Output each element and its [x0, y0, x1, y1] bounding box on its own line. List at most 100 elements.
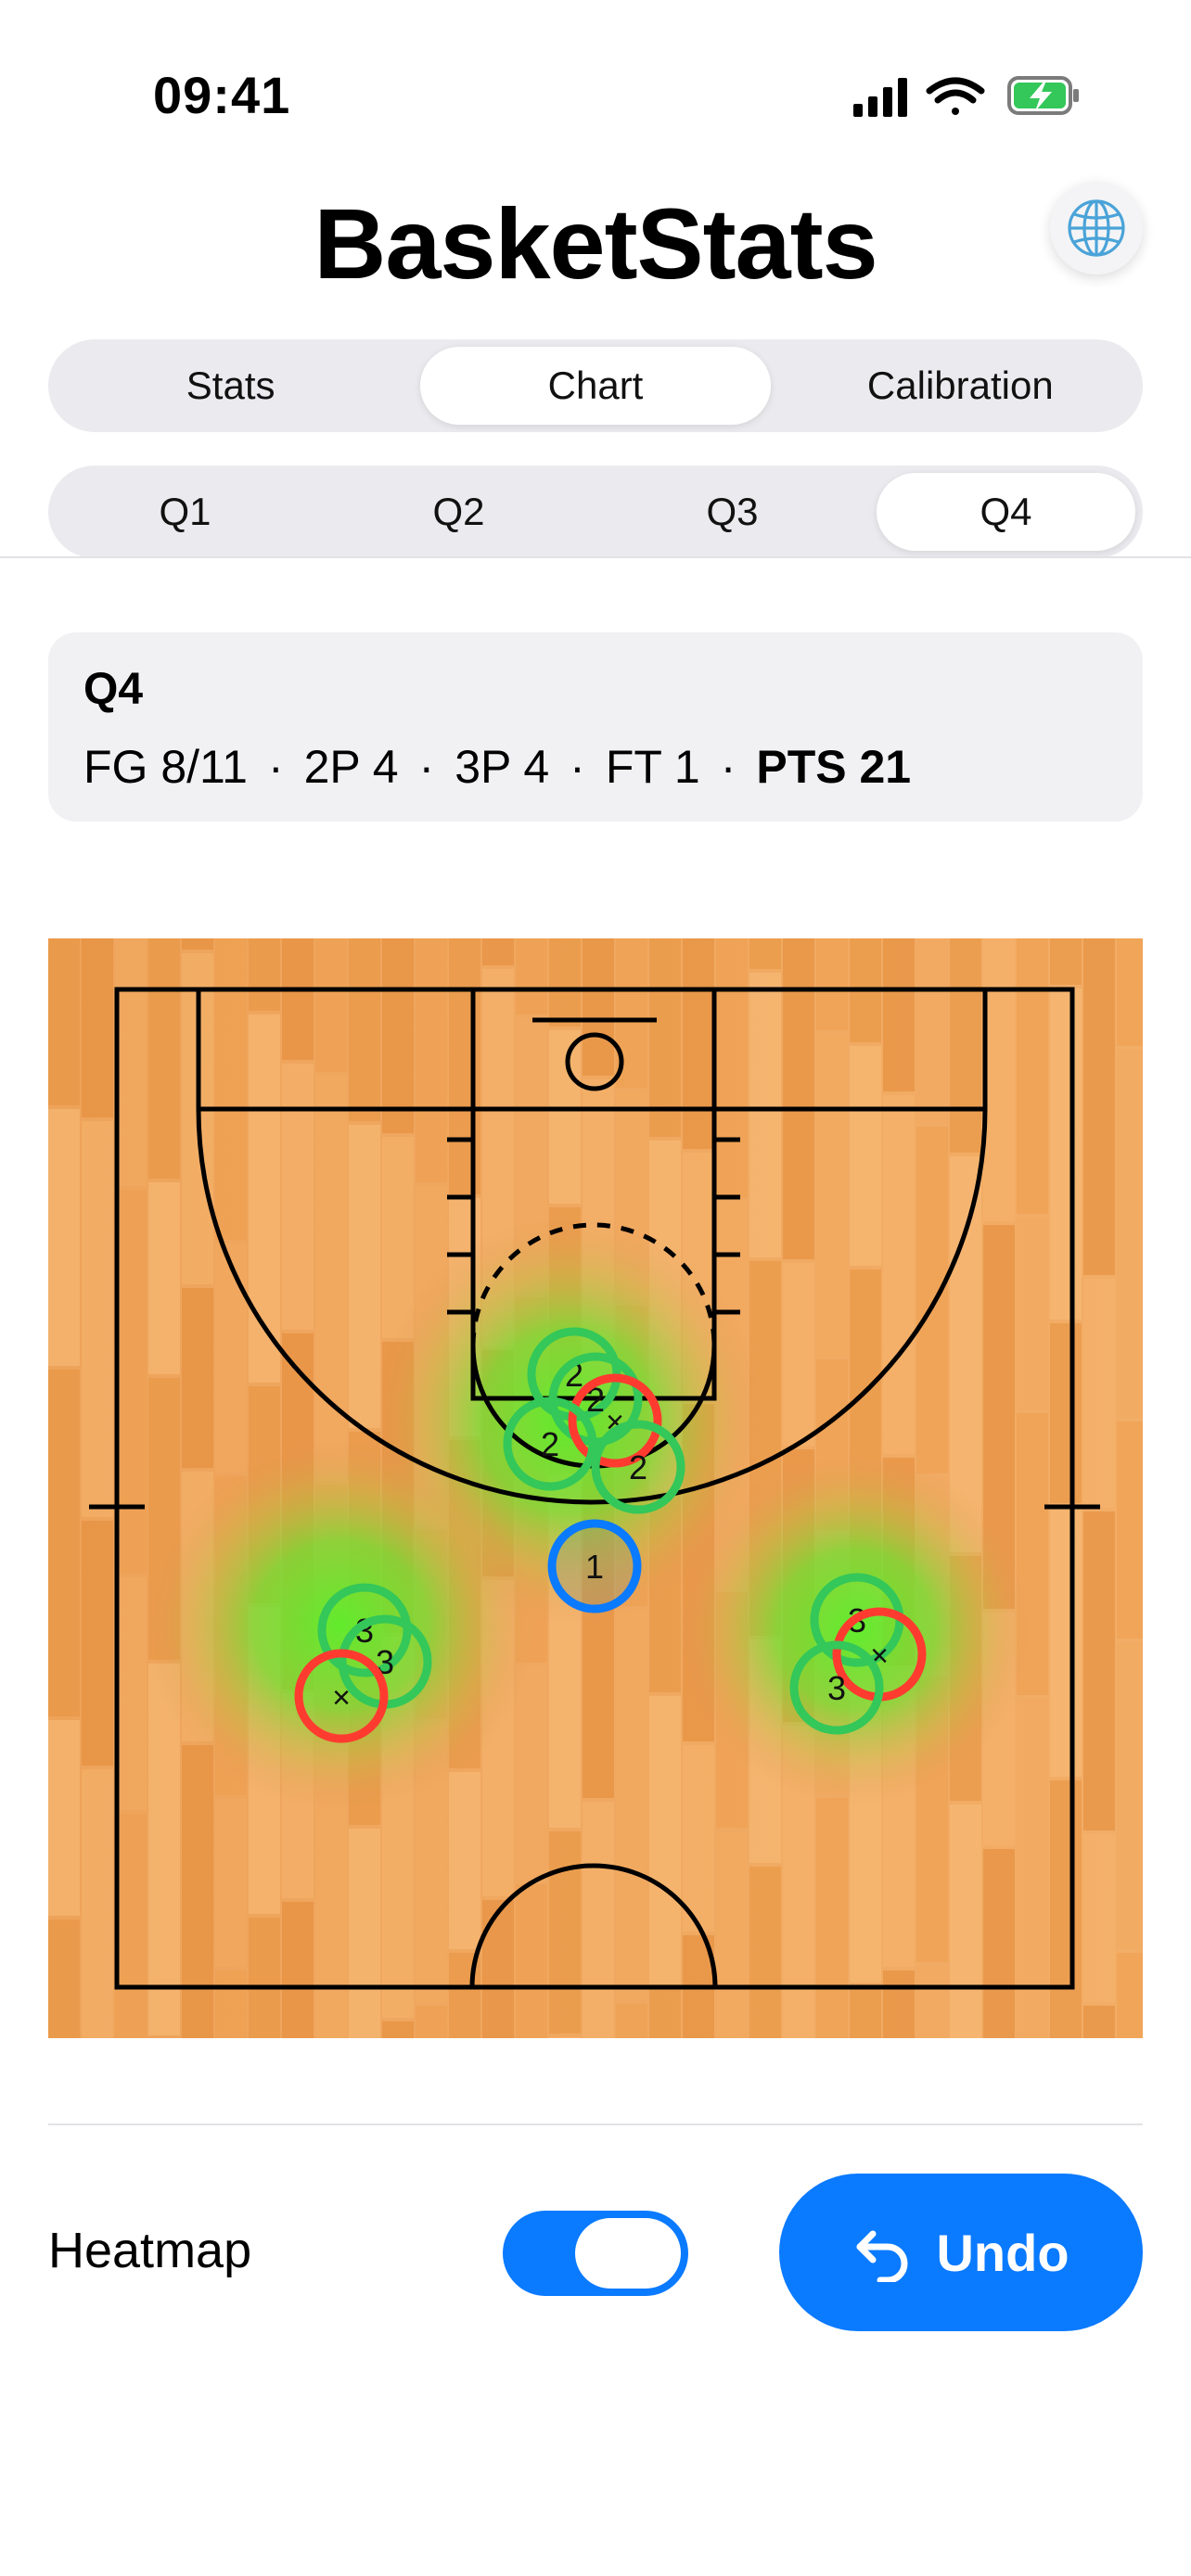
wood-plank	[1017, 938, 1048, 1214]
shot-marker-made[interactable]: 1	[547, 1519, 642, 1613]
wood-plank	[449, 938, 480, 1194]
wood-plank	[549, 2037, 581, 2038]
separator: ·	[267, 741, 284, 793]
wood-plank	[48, 1370, 80, 1716]
separator: ·	[418, 741, 435, 793]
wood-plank	[82, 1769, 113, 2038]
summary-2p: 2P 4	[303, 741, 399, 793]
wood-plank	[382, 938, 414, 1133]
shot-label: 1	[585, 1548, 604, 1586]
wood-plank	[115, 1190, 147, 1574]
wood-plank	[816, 938, 848, 1030]
tab-q3[interactable]: Q3	[603, 473, 862, 551]
wood-plank	[683, 1745, 714, 1932]
shot-label: 3	[827, 1669, 846, 1707]
wood-plank	[1050, 988, 1082, 1320]
wifi-icon	[926, 77, 985, 115]
wood-plank	[1117, 938, 1143, 1046]
wood-plank	[549, 1831, 581, 2034]
wood-plank	[282, 1064, 314, 1330]
wood-plank	[1083, 938, 1115, 1275]
wood-plank	[916, 1966, 948, 2038]
wood-plank	[115, 1814, 147, 2038]
tab-q2[interactable]: Q2	[329, 473, 588, 551]
summary-quarter: Q4	[83, 665, 144, 714]
wood-plank	[349, 1829, 380, 2038]
separator: ·	[720, 741, 736, 793]
summary-fg: FG 8/11	[83, 741, 248, 793]
wood-plank	[983, 938, 1015, 1221]
language-button[interactable]	[1050, 182, 1143, 274]
tab-q4[interactable]: Q4	[877, 473, 1135, 551]
heatmap-label: Heatmap	[48, 2223, 252, 2278]
wood-plank	[1050, 1323, 1082, 1503]
wood-plank	[783, 1263, 814, 1446]
wood-plank	[182, 938, 213, 950]
wood-plank	[215, 1243, 247, 1473]
wood-plank	[950, 938, 981, 1153]
wood-plank	[649, 1696, 681, 1984]
undo-arrow-icon	[856, 2230, 908, 2282]
wood-plank	[616, 2004, 647, 2038]
shot-label: 2	[629, 1448, 647, 1486]
status-time: 09:41	[153, 66, 291, 124]
wood-plank	[783, 938, 814, 1259]
wood-plank	[850, 1046, 881, 1266]
summary-3p: 3P 4	[455, 741, 550, 793]
wood-plank	[716, 938, 748, 1198]
battery-charging-icon	[1007, 76, 1079, 115]
wood-plank	[349, 1125, 380, 1428]
wood-plank	[1117, 1953, 1143, 2038]
cellular-signal-icon	[853, 78, 907, 117]
wood-plank	[816, 1034, 848, 1356]
wood-plank	[282, 1902, 314, 2038]
wood-plank	[449, 1772, 480, 1949]
tab-calibration[interactable]: Calibration	[786, 347, 1135, 425]
wood-plank	[583, 1802, 614, 2038]
wood-plank	[916, 1127, 948, 1473]
wood-plank	[749, 973, 781, 1257]
shot-chart-court[interactable]: 22×22133×3×3	[48, 938, 1143, 2038]
wood-plank	[1117, 1642, 1143, 1949]
wood-plank	[950, 1804, 981, 2038]
tab-chart[interactable]: Chart	[420, 347, 771, 425]
wood-plank	[315, 1076, 347, 1481]
app-title: BasketStats	[314, 187, 877, 300]
wood-plank	[249, 938, 280, 1011]
wood-plank	[148, 1182, 180, 1374]
wood-plank	[616, 1610, 647, 2000]
wood-plank	[48, 1109, 80, 1366]
toggle-knob	[575, 2218, 681, 2289]
wood-plank	[549, 1030, 581, 1204]
wood-plank	[416, 938, 447, 1182]
wood-plank	[115, 1577, 147, 1810]
wood-plank	[282, 938, 314, 1060]
tab-q1[interactable]: Q1	[56, 473, 314, 551]
wood-plank	[215, 1799, 247, 1967]
separator: ·	[570, 741, 585, 793]
wood-plank	[1083, 1279, 1115, 1508]
divider	[48, 2123, 1143, 2125]
wood-plank	[749, 938, 781, 969]
summary-pts: PTS 21	[756, 741, 912, 793]
wood-plank	[482, 938, 514, 965]
wood-plank	[816, 1798, 848, 2038]
wood-plank	[48, 938, 80, 1105]
wood-plank	[549, 938, 581, 1027]
wood-plank	[82, 938, 113, 1117]
wood-plank	[315, 938, 347, 1072]
tab-stats[interactable]: Stats	[56, 347, 405, 425]
wood-plank	[48, 1720, 80, 1916]
undo-label: Undo	[936, 2223, 1069, 2282]
heatmap-toggle[interactable]	[503, 2211, 688, 2296]
wood-plank	[482, 1900, 514, 2038]
view-tabs: Stats Chart Calibration	[48, 339, 1143, 432]
undo-button[interactable]: Undo	[779, 2174, 1143, 2331]
wood-plank	[148, 938, 180, 1179]
wood-plank	[82, 1121, 113, 1517]
wood-plank	[1017, 1218, 1048, 1409]
wood-plank	[649, 1988, 681, 2038]
wood-plank	[215, 938, 247, 1240]
wood-plank	[1050, 938, 1082, 985]
wood-plank	[916, 938, 948, 1123]
